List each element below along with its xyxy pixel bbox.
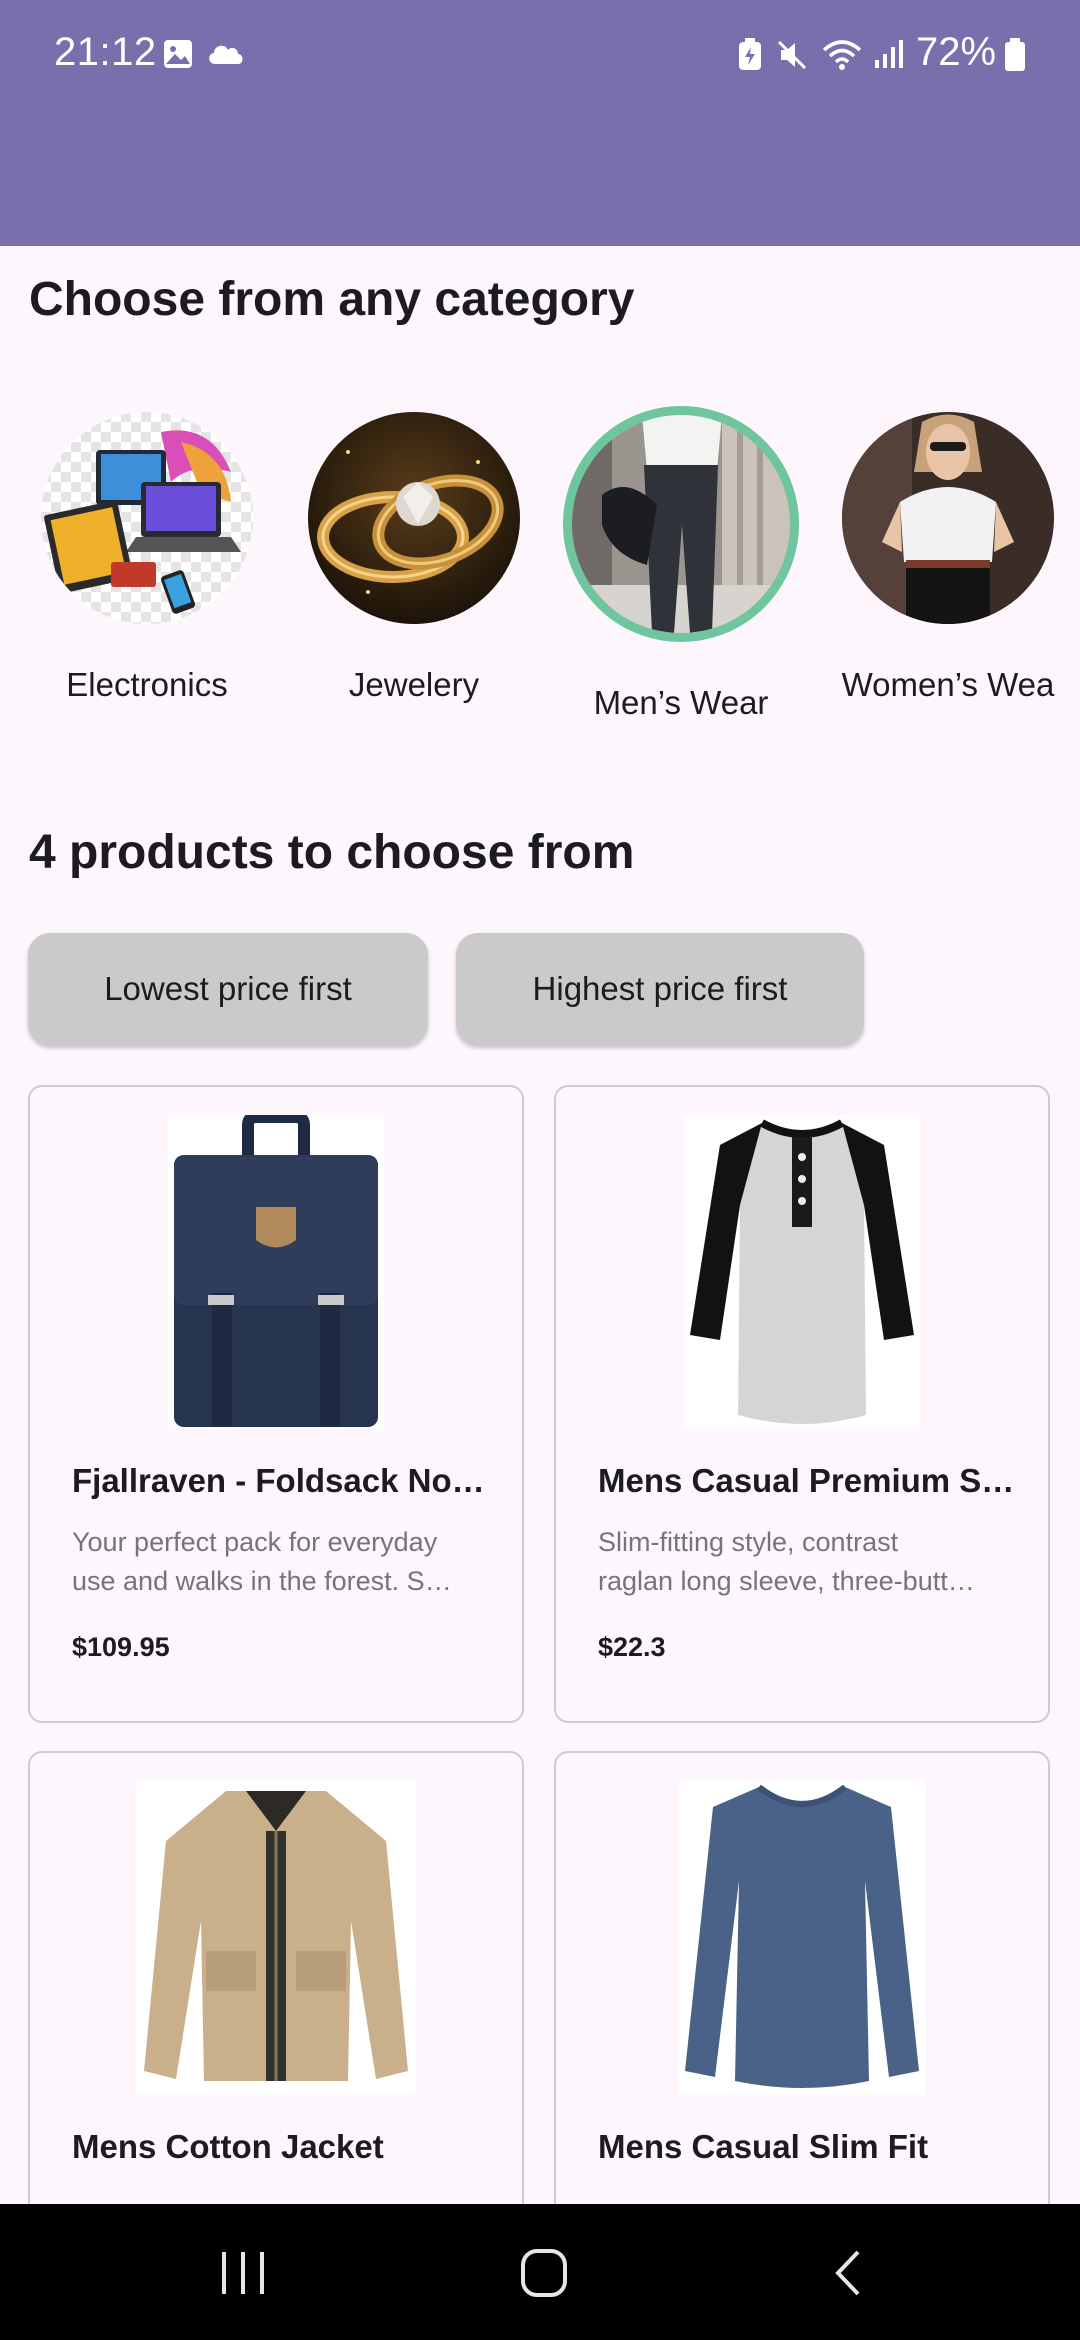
system-navigation-bar: [0, 2204, 1080, 2340]
product-card[interactable]: Mens Cotton Jacket: [28, 1751, 524, 2221]
status-time: 21:12: [54, 30, 157, 74]
battery-percentage: 72%: [916, 30, 997, 74]
category-label: Women’s Wea: [841, 666, 1055, 703]
product-card[interactable]: Mens Casual Slim Fit: [554, 1751, 1050, 2221]
mute-icon: [777, 40, 807, 70]
category-image-mens-wear: [563, 406, 799, 642]
back-icon[interactable]: [830, 2248, 864, 2298]
signal-icon: [875, 40, 903, 68]
category-label: Men’s Wear: [593, 684, 769, 721]
wifi-icon: [822, 40, 862, 70]
product-card[interactable]: Mens Casual Premium S… Slim-fitting styl…: [554, 1085, 1050, 1723]
product-description: Your perfect pack for everyday use and w…: [72, 1527, 452, 1596]
battery-icon: [1005, 38, 1025, 71]
category-image-electronics: [41, 412, 253, 624]
product-name: Mens Casual Slim Fit: [598, 2128, 929, 2165]
product-name: Fjallraven - Foldsack No…: [72, 1462, 485, 1499]
products-section-title: 4 products to choose from: [29, 826, 635, 879]
category-section-title: Choose from any category: [29, 273, 635, 326]
product-image-henley: [556, 1115, 1048, 1429]
battery-saver-icon: [739, 38, 761, 70]
product-image-slim-fit-tee: [556, 1781, 1048, 2095]
product-name: Mens Cotton Jacket: [72, 2128, 384, 2165]
product-image-backpack: [30, 1115, 522, 1429]
category-label: Jewelery: [348, 666, 480, 703]
category-image-jewelery: [308, 412, 520, 624]
category-image-womens-wear: [842, 412, 1054, 624]
category-womens-wear[interactable]: Women’s Wea: [818, 400, 1078, 704]
status-bar: 21:12 72%: [0, 0, 1080, 110]
cloud-icon: [209, 45, 243, 64]
product-description: Slim-fitting style, contrast raglan long…: [598, 1527, 975, 1596]
category-label: Electronics: [66, 666, 228, 703]
sort-lowest-price-button[interactable]: Lowest price first: [28, 933, 428, 1045]
recent-apps-icon[interactable]: [220, 2252, 266, 2294]
gallery-icon: [164, 40, 192, 68]
product-price: $22.3: [598, 1632, 666, 1662]
product-card[interactable]: Fjallraven - Foldsack No… Your perfect p…: [28, 1085, 524, 1723]
category-mens-wear[interactable]: Men’s Wear: [551, 400, 811, 722]
home-icon[interactable]: [520, 2248, 568, 2298]
sort-highest-price-button[interactable]: Highest price first: [456, 933, 864, 1045]
product-image-jacket: [30, 1781, 522, 2095]
product-name: Mens Casual Premium S…: [598, 1462, 1015, 1499]
category-electronics[interactable]: Electronics: [17, 400, 277, 704]
category-jewelery[interactable]: Jewelery: [284, 400, 544, 704]
product-price: $109.95: [72, 1632, 170, 1662]
